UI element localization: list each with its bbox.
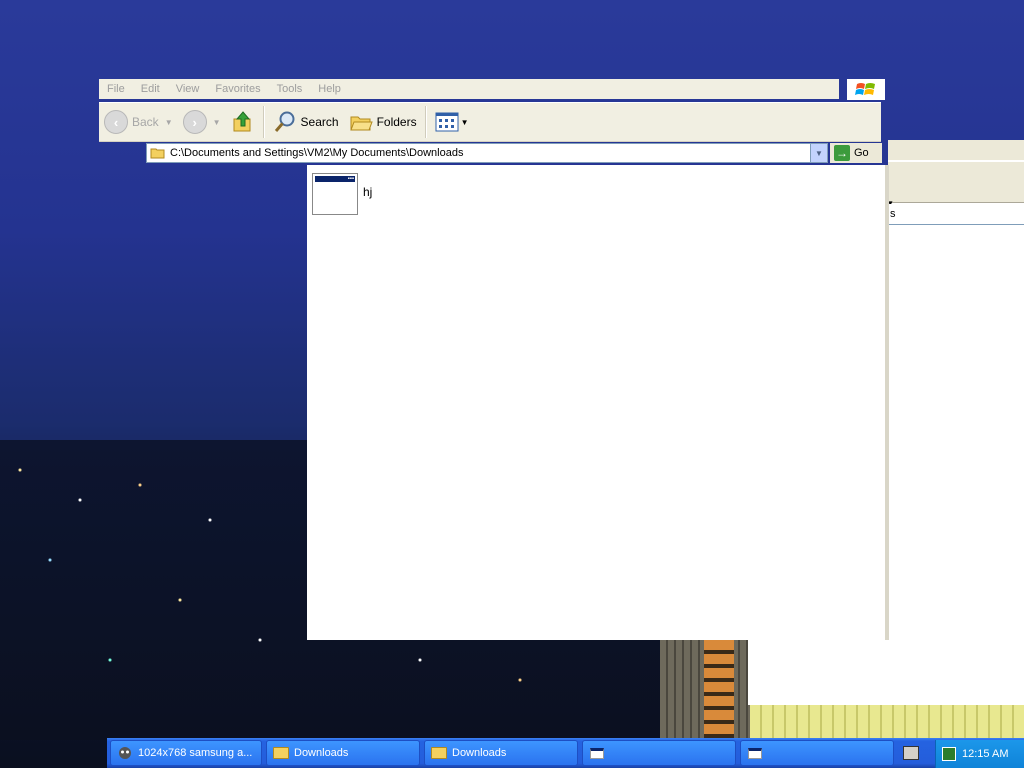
taskbar-item-downloads-2[interactable]: Downloads	[424, 740, 578, 766]
views-dropdown-icon[interactable]: ▼	[461, 118, 469, 127]
go-button[interactable]: → Go	[830, 143, 882, 163]
forward-button[interactable]: › ▼	[178, 105, 226, 139]
menu-file[interactable]: File	[99, 83, 133, 95]
back-dropdown-icon[interactable]: ▼	[165, 118, 173, 127]
wallpaper-tower	[750, 705, 1024, 740]
background-window-menubar	[888, 140, 1024, 160]
search-button[interactable]: Search	[268, 105, 344, 139]
views-button[interactable]: ▼	[430, 105, 474, 139]
back-button[interactable]: ‹ Back ▼	[99, 105, 178, 139]
address-bar[interactable]: C:\Documents and Settings\VM2\My Documen…	[146, 143, 828, 163]
folder-icon	[150, 148, 165, 159]
folders-icon	[349, 116, 373, 131]
taskbar-item-label: Downloads	[294, 747, 349, 759]
wallpaper-building-lights	[704, 640, 734, 740]
folders-label: Folders	[376, 115, 417, 129]
go-label: Go	[854, 147, 869, 159]
chevron-down-icon: ▼	[815, 148, 823, 158]
menu-bar: File Edit View Favorites Tools Help	[99, 79, 839, 99]
menu-edit[interactable]: Edit	[133, 83, 168, 95]
views-icon	[435, 112, 459, 132]
window-icon	[747, 746, 763, 760]
menu-view[interactable]: View	[168, 83, 208, 95]
address-dropdown-button[interactable]: ▼	[810, 144, 827, 162]
keyboard-icon[interactable]	[903, 746, 919, 760]
window-border	[885, 165, 889, 640]
folder-content-area[interactable]: ▪▪▪ hj	[307, 165, 885, 640]
forward-dropdown-icon[interactable]: ▼	[213, 118, 221, 127]
search-icon	[274, 111, 295, 132]
clock[interactable]: 12:15 AM	[962, 748, 1008, 760]
taskbar-item-window-2[interactable]	[740, 740, 894, 766]
windows-logo	[847, 79, 885, 100]
forward-arrow-icon: ›	[182, 110, 207, 134]
search-label: Search	[300, 115, 339, 129]
go-arrow-icon: →	[834, 145, 850, 161]
taskbar-item-label: Downloads	[452, 747, 507, 759]
toolbar-separator	[424, 106, 427, 138]
windows-flag-icon	[855, 82, 875, 95]
window-icon	[589, 746, 605, 760]
taskbar-item-label: 1024x768 samsung a...	[138, 747, 253, 759]
application-window-icon: ▪▪▪	[312, 173, 358, 215]
taskbar-item-image[interactable]: 1024x768 samsung a...	[110, 740, 262, 766]
network-icon[interactable]	[942, 747, 956, 761]
taskbar-item-window[interactable]	[582, 740, 736, 766]
back-arrow-icon: ‹	[104, 110, 128, 134]
file-item[interactable]: ▪▪▪ hj	[312, 173, 372, 215]
system-tray: 12:15 AM	[935, 740, 1024, 768]
back-label: Back	[132, 115, 159, 129]
app-icon	[117, 746, 133, 760]
background-window[interactable]: ▾ s	[888, 140, 1024, 640]
file-name: hj	[363, 185, 373, 199]
up-button[interactable]	[226, 105, 260, 139]
folder-up-icon	[233, 111, 251, 132]
menu-tools[interactable]: Tools	[269, 83, 311, 95]
folder-icon	[273, 746, 289, 760]
folders-button[interactable]: Folders	[344, 105, 422, 139]
background-window-toolbar: ▾	[888, 162, 1024, 208]
toolbar-separator	[262, 106, 265, 138]
menu-favorites[interactable]: Favorites	[207, 83, 268, 95]
background-panel	[748, 640, 1024, 705]
taskbar-item-downloads[interactable]: Downloads	[266, 740, 420, 766]
folder-icon	[431, 746, 447, 760]
standard-toolbar: ‹ Back ▼ › ▼ Search Folders ▼	[99, 102, 881, 142]
menu-help[interactable]: Help	[310, 83, 349, 95]
address-path[interactable]: C:\Documents and Settings\VM2\My Documen…	[170, 147, 810, 159]
background-window-address[interactable]: s	[888, 204, 1024, 225]
